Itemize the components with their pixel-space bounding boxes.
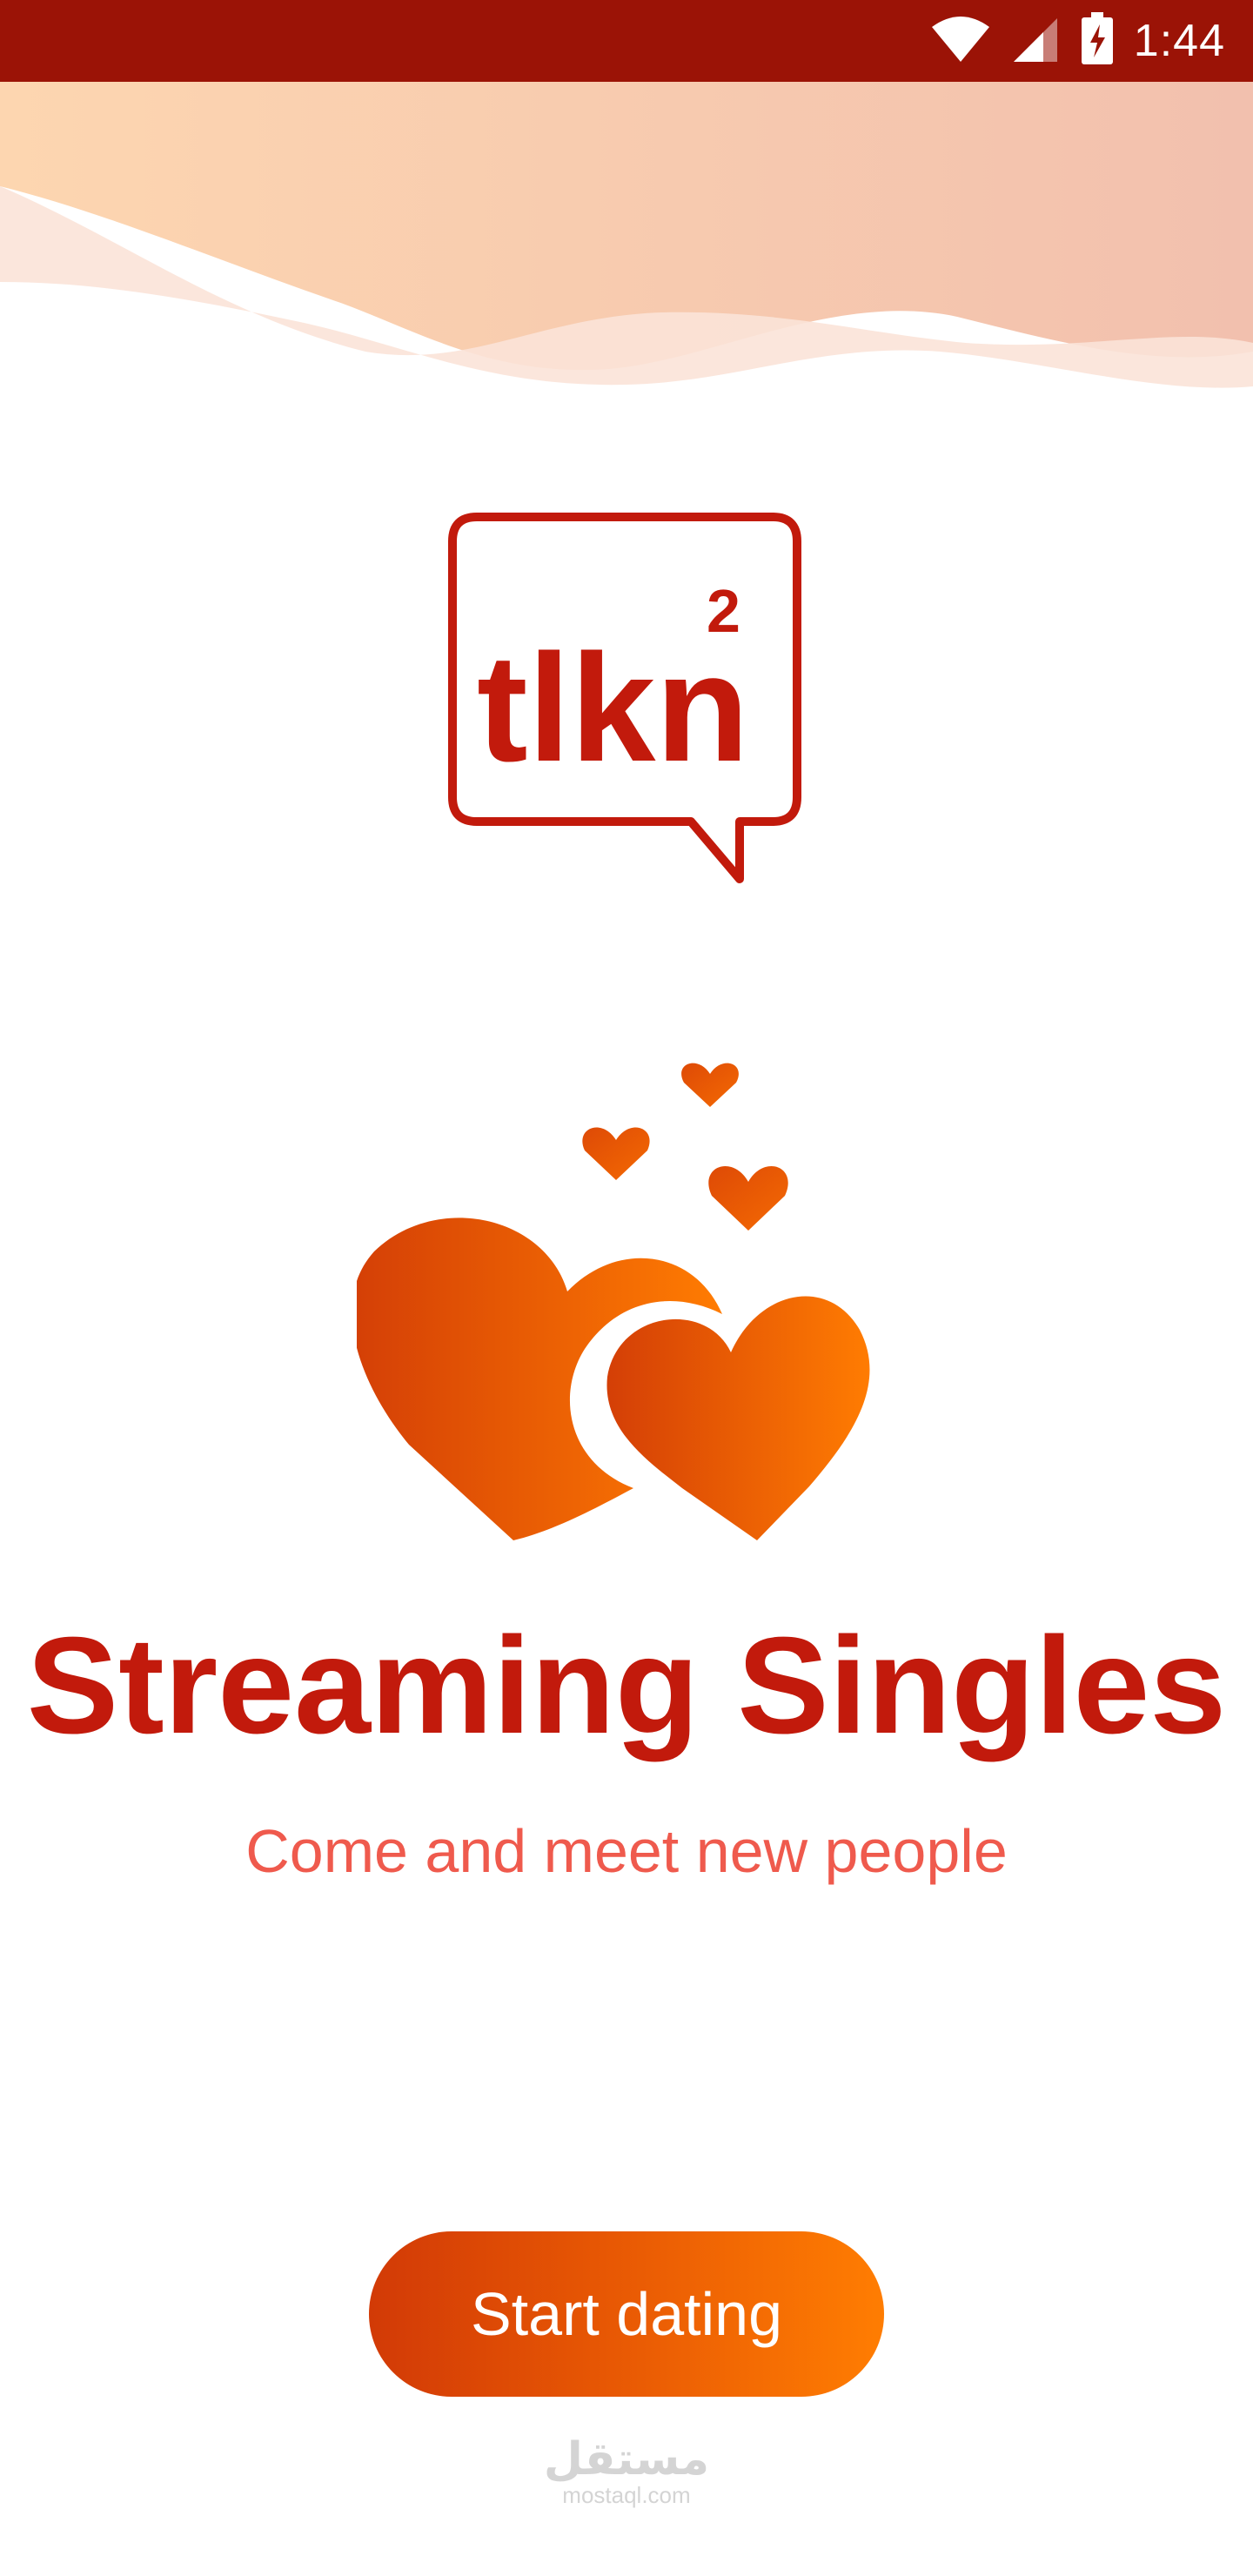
battery-charging-icon <box>1080 11 1115 70</box>
hearts-illustration <box>352 1053 896 1549</box>
signal-icon <box>1010 15 1061 68</box>
wifi-icon <box>930 15 991 68</box>
status-bar: 1:44 <box>0 0 1253 82</box>
status-time: 1:44 <box>1133 16 1225 66</box>
start-dating-button[interactable]: Start dating <box>369 2231 884 2397</box>
logo-wordmark: tlkn <box>477 623 749 794</box>
decorative-wave <box>0 82 1253 388</box>
page-title: Streaming Singles <box>26 1609 1227 1762</box>
app-logo: tlkn 2 <box>446 510 804 886</box>
watermark-arabic: مستقل <box>543 2433 710 2485</box>
logo-superscript: 2 <box>707 577 740 645</box>
page-subtitle: Come and meet new people <box>245 1817 1008 1885</box>
watermark-url: mostaql.com <box>562 2482 691 2508</box>
watermark: مستقل mostaql.com <box>539 2437 714 2509</box>
status-icons: 1:44 <box>930 0 1225 82</box>
